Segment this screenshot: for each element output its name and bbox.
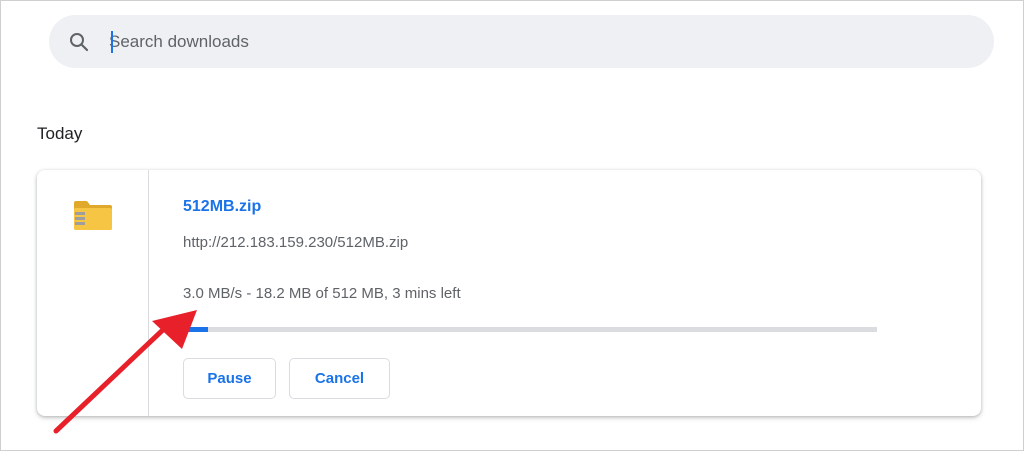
zip-folder-icon (74, 201, 112, 230)
file-source-url: http://212.183.159.230/512MB.zip (183, 234, 409, 251)
download-progress-fill (183, 327, 208, 332)
search-input[interactable] (109, 27, 969, 57)
file-name-link[interactable]: 512MB.zip (183, 198, 261, 216)
pause-button[interactable]: Pause (183, 358, 276, 399)
cancel-button[interactable]: Cancel (289, 358, 390, 399)
search-icon (70, 33, 89, 52)
text-caret (111, 31, 113, 53)
card-divider (148, 170, 149, 416)
section-title-today: Today (37, 124, 83, 143)
download-progress-bar (183, 327, 877, 332)
download-item-card: 512MB.zip http://212.183.159.230/512MB.z… (37, 170, 981, 416)
downloads-page: Today 512MB.zip http://212.183.159.230/5… (0, 0, 1024, 451)
download-status: 3.0 MB/s - 18.2 MB of 512 MB, 3 mins lef… (183, 285, 461, 302)
